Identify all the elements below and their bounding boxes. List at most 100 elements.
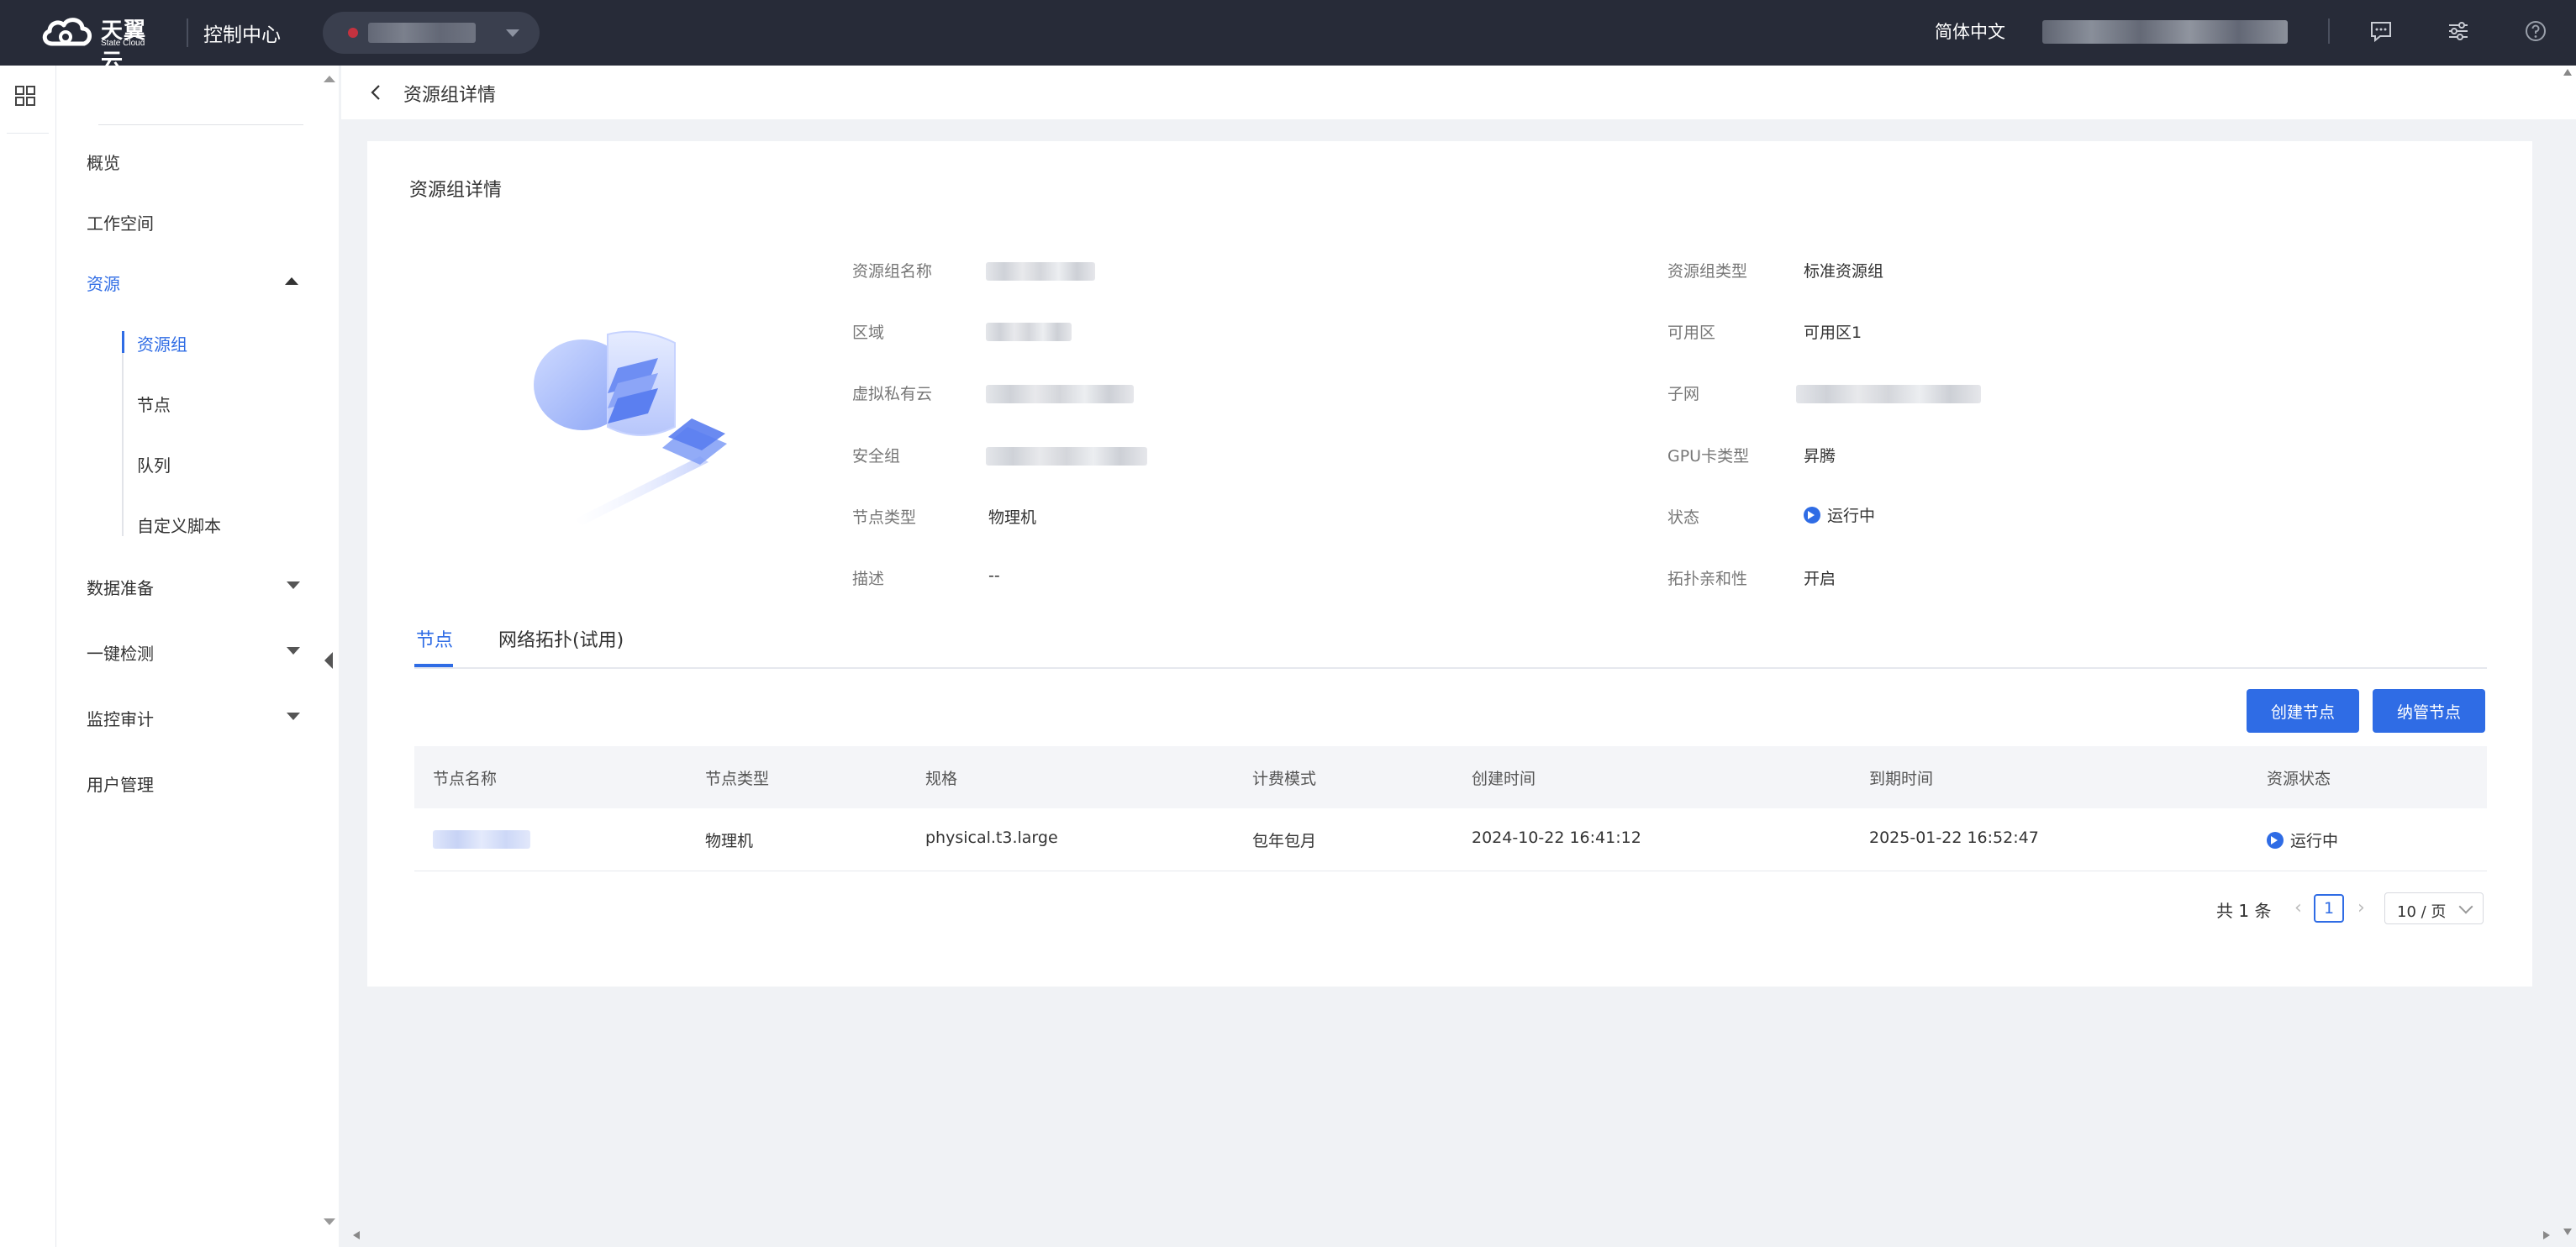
info-label: 节点类型: [852, 508, 917, 527]
status-text: 运行中: [1827, 507, 1876, 525]
page-size-value: 10 / 页: [2397, 903, 2447, 921]
chevron-down-icon: [506, 29, 519, 37]
manage-node-button[interactable]: 纳管节点: [2373, 689, 2485, 733]
info-value-node-type: 物理机: [988, 508, 1037, 527]
message-icon[interactable]: [2368, 18, 2394, 44]
chevron-down-icon[interactable]: [287, 713, 300, 720]
page-title: 资源组详情: [403, 85, 497, 106]
tab-network-topology[interactable]: 网络拓扑(试用): [498, 625, 624, 652]
tab-nodes[interactable]: 节点: [416, 625, 453, 652]
sidebar-item-workspace[interactable]: 工作空间: [87, 210, 154, 234]
region-status-dot: [348, 28, 358, 38]
sidebar-item-monitor-audit[interactable]: 监控审计: [87, 706, 154, 730]
status-text: 运行中: [2290, 832, 2339, 850]
running-status-icon: [1804, 507, 1820, 524]
cloud-logo-icon: [42, 18, 92, 46]
sidebar-item-user-management[interactable]: 用户管理: [87, 771, 154, 796]
chevron-up-icon[interactable]: [285, 277, 298, 285]
page-header: 资源组详情: [341, 66, 2576, 119]
collapse-sidebar-icon[interactable]: [324, 652, 333, 669]
sidebar-item-custom-script[interactable]: 自定义脚本: [137, 513, 221, 537]
column-header: 节点名称: [433, 770, 498, 788]
info-label: 资源组类型: [1667, 262, 1748, 281]
page-size-select[interactable]: 10 / 页: [2384, 892, 2484, 924]
chevron-down-icon: [2458, 899, 2473, 914]
info-label: 状态: [1667, 508, 1700, 527]
submenu-active-indicator: [122, 331, 124, 353]
app-rail: [0, 66, 56, 1247]
column-header: 到期时间: [1869, 770, 1934, 788]
help-icon[interactable]: [2523, 18, 2548, 44]
horizontal-scrollbar[interactable]: [341, 1223, 2576, 1247]
detail-card: 资源组详情 资源组名称 区域 虚拟私有云 安全组 节点类型 物理机 描述 -- …: [367, 141, 2532, 987]
grid-menu-icon[interactable]: [13, 84, 37, 108]
cell-node-type: 物理机: [705, 832, 754, 850]
info-label: 拓扑亲和性: [1667, 570, 1748, 588]
info-value-az: 可用区1: [1804, 324, 1862, 342]
tab-active-indicator: [414, 664, 453, 667]
info-label: 子网: [1667, 385, 1700, 403]
cell-billing: 包年包月: [1252, 832, 1317, 850]
console-link[interactable]: 控制中心: [203, 18, 281, 47]
cell-expires: 2025-01-22 16:52:47: [1869, 829, 2039, 847]
node-name-link-redacted[interactable]: [433, 830, 530, 849]
sidebar-item-overview[interactable]: 概览: [87, 150, 120, 174]
info-label: 区域: [852, 324, 885, 342]
divider: [187, 18, 188, 47]
info-label: 描述: [852, 570, 885, 588]
chevron-down-icon[interactable]: [287, 581, 300, 589]
cell-spec: physical.t3.large: [925, 829, 1058, 847]
info-value-redacted: [986, 385, 1134, 403]
info-value-redacted: [1796, 385, 1981, 403]
resource-group-illustration: [534, 330, 727, 525]
info-label: 可用区: [1667, 324, 1716, 342]
card-title: 资源组详情: [409, 180, 503, 201]
info-value-topology: 开启: [1804, 570, 1836, 588]
vertical-scrollbar[interactable]: [2559, 66, 2576, 1247]
info-value-group-type: 标准资源组: [1804, 262, 1884, 281]
column-header: 资源状态: [2267, 770, 2331, 788]
chevron-right-icon[interactable]: ›: [2357, 897, 2365, 918]
pagination-total: 共 1 条: [2216, 901, 2272, 921]
info-value-redacted: [986, 447, 1147, 466]
sidebar-item-resource-group[interactable]: 资源组: [137, 331, 187, 355]
sidebar-item-resources[interactable]: 资源: [87, 271, 120, 295]
column-header: 计费模式: [1252, 770, 1317, 788]
info-label: 安全组: [852, 447, 901, 466]
account-info-redacted[interactable]: [2042, 20, 2288, 44]
divider: [98, 124, 303, 125]
region-selector[interactable]: [323, 12, 540, 54]
cell-created: 2024-10-22 16:41:12: [1472, 829, 1641, 847]
divider: [7, 133, 49, 134]
create-node-button[interactable]: 创建节点: [2247, 689, 2359, 733]
back-arrow-icon[interactable]: [366, 82, 387, 103]
info-label: 虚拟私有云: [852, 385, 933, 403]
column-header: 创建时间: [1472, 770, 1536, 788]
sidebar: 概览 工作空间 资源 资源组 节点 队列 自定义脚本 数据准备 一键检测 监控审…: [56, 66, 339, 1247]
table-row: 物理机 physical.t3.large 包年包月 2024-10-22 16…: [414, 808, 2487, 871]
info-value-redacted: [986, 323, 1072, 341]
sidebar-item-queue[interactable]: 队列: [137, 452, 171, 476]
settings-sliders-icon[interactable]: [2446, 18, 2471, 44]
region-value-redacted: [368, 23, 476, 43]
column-header: 节点类型: [705, 770, 770, 788]
pagination-page[interactable]: 1: [2314, 894, 2344, 923]
divider: [2328, 18, 2330, 44]
language-switch[interactable]: 简体中文: [1935, 18, 2005, 44]
info-label: 资源组名称: [852, 262, 933, 281]
column-header: 规格: [925, 770, 958, 788]
scroll-down-icon[interactable]: [324, 1218, 335, 1225]
info-value-redacted: [986, 262, 1095, 281]
running-status-icon: [2267, 832, 2284, 849]
scroll-up-icon[interactable]: [324, 76, 335, 82]
status-badge: 运行中: [1804, 503, 1875, 526]
chevron-down-icon[interactable]: [287, 647, 300, 655]
sidebar-item-nodes[interactable]: 节点: [137, 392, 171, 416]
sidebar-item-one-click-check[interactable]: 一键检测: [87, 640, 154, 665]
chevron-left-icon[interactable]: ‹: [2294, 897, 2302, 918]
tab-bar: 节点 网络拓扑(试用): [414, 618, 2487, 669]
info-label: GPU卡类型: [1667, 447, 1750, 466]
sidebar-item-data-prep[interactable]: 数据准备: [87, 575, 154, 599]
brand-logo[interactable]: 天翼云 State Cloud: [40, 12, 168, 75]
top-navbar: 天翼云 State Cloud 控制中心 简体中文: [0, 0, 2576, 75]
